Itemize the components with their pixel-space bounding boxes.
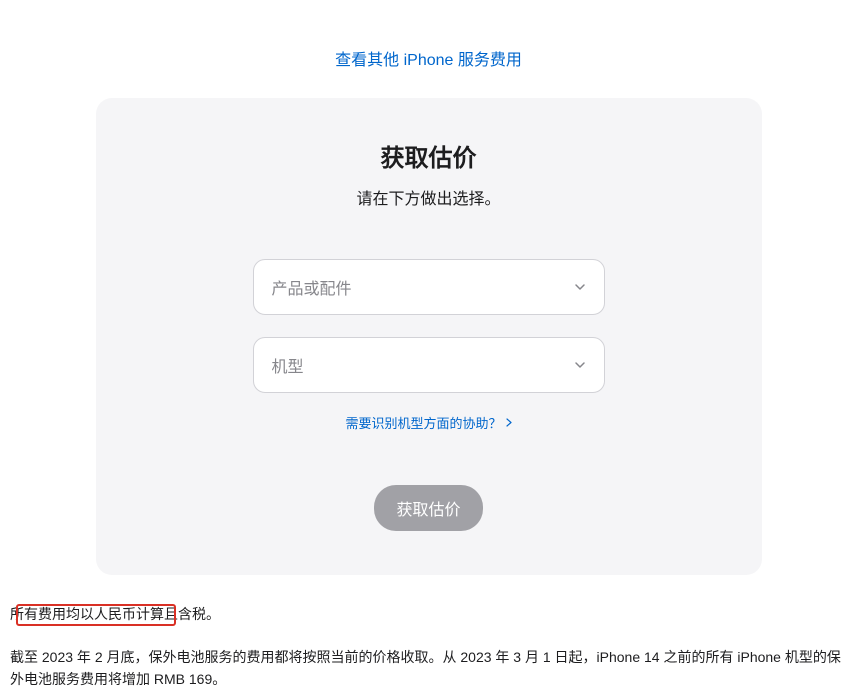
chevron-right-icon (506, 418, 512, 427)
top-link-container: 查看其他 iPhone 服务费用 (10, 0, 847, 98)
chevron-down-icon (574, 359, 586, 371)
model-select-label: 机型 (272, 353, 304, 377)
footer-note-price-increase: 截至 2023 年 2 月底，保外电池服务的费用都将按照当前的价格收取。从 20… (10, 647, 847, 690)
footer-note-tax: 所有费用均以人民币计算且含税。 (10, 603, 847, 625)
product-select-label: 产品或配件 (272, 275, 352, 299)
product-select-wrapper: 产品或配件 (253, 259, 605, 315)
get-estimate-button[interactable]: 获取估价 (374, 485, 482, 531)
help-link-container: 需要识别机型方面的协助？ (136, 413, 722, 433)
model-select[interactable]: 机型 (253, 337, 605, 393)
other-services-link[interactable]: 查看其他 iPhone 服务费用 (335, 52, 522, 69)
estimate-card: 获取估价 请在下方做出选择。 产品或配件 机型 需要识别机型方面的协助？ (96, 98, 762, 575)
help-link-label: 需要识别机型方面的协助？ (345, 413, 501, 432)
model-select-wrapper: 机型 (253, 337, 605, 393)
chevron-down-icon (574, 281, 586, 293)
card-subtitle: 请在下方做出选择。 (136, 185, 722, 209)
card-title: 获取估价 (136, 138, 722, 173)
product-select[interactable]: 产品或配件 (253, 259, 605, 315)
identify-model-help-link[interactable]: 需要识别机型方面的协助？ (345, 413, 511, 432)
